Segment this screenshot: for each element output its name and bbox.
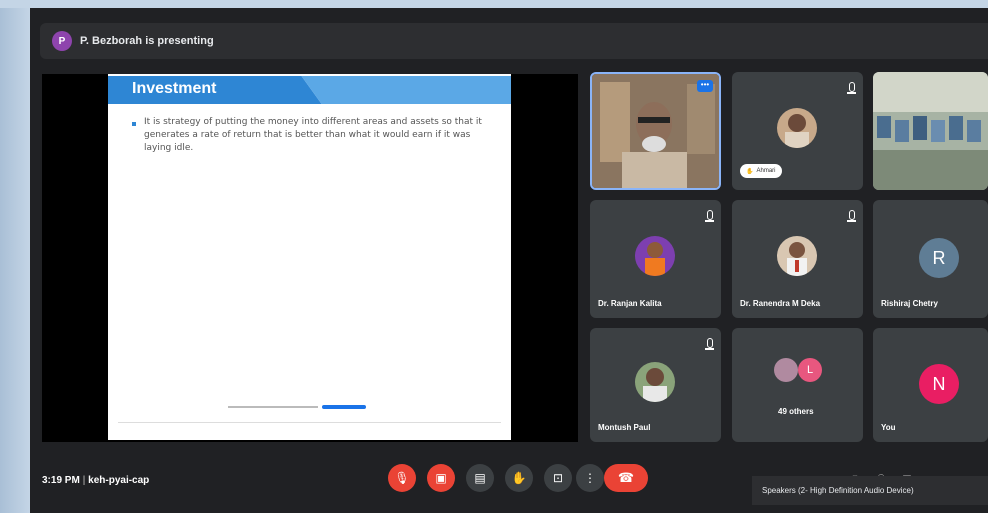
participant-tile[interactable]: Montush Paul [590,328,721,442]
mic-off-icon [705,210,714,222]
camera-toggle-button[interactable]: ▣ [427,464,455,492]
mic-off-icon [705,338,714,350]
leave-call-button[interactable]: ☎ [604,464,648,492]
current-time: 3:19 PM [42,475,80,486]
participant-name: Ahmari [756,168,776,174]
raise-hand-icon: ✋ [511,471,527,485]
participant-name: Montush Paul [598,423,651,432]
participant-tile-self[interactable]: N You [873,328,988,442]
mic-off-icon: 🎙 [394,471,410,485]
desktop-frame-top [0,0,988,8]
captions-icon: ▤ [474,471,486,485]
meeting-details-label: 3:19 PM | keh-pyai-cap [42,475,149,486]
participant-avatar: R [919,238,959,278]
present-icon: ⊡ [552,471,564,485]
self-avatar: N [919,364,959,404]
participant-tile-active-speaker[interactable]: ••• [590,72,721,190]
room-video [873,72,988,190]
presenting-text: P. Bezborah is presenting [80,35,214,47]
participant-tile[interactable]: Dr. Ranendra M Deka [732,200,863,318]
desktop-frame-left [0,0,30,513]
speaker-device-tooltip: Speakers (2- High Definition Audio Devic… [752,476,988,505]
presenter-avatar: P [52,31,72,51]
participant-avatar-photo [777,236,817,276]
more-options-button[interactable]: ⋮ [576,464,604,492]
participant-avatar-photo [635,236,675,276]
raised-hand-icon: ✋ [746,168,754,175]
presentation-slide: Investment It is strategy of putting the… [108,74,511,440]
others-avatar: L [798,358,822,382]
mic-toggle-button[interactable]: 🎙 [388,464,416,492]
participant-name: Dr. Ranjan Kalita [598,299,662,308]
participant-avatar-photo [635,362,675,402]
share-notice-text [228,406,318,408]
end-call-icon: ☎ [617,470,635,485]
participant-name: Dr. Ranendra M Deka [740,299,821,308]
mic-off-icon [847,210,856,222]
captions-button[interactable]: ▤ [466,464,494,492]
tile-menu-icon[interactable]: ••• [697,80,713,92]
mic-off-icon [847,82,856,94]
stop-sharing-button[interactable] [322,405,366,409]
participant-tile-others[interactable]: L 49 others [732,328,863,442]
others-avatar-photo [774,358,798,382]
participant-tile-room[interactable] [873,72,988,190]
participant-name: You [881,423,896,432]
screen-share-area[interactable]: Investment It is strategy of putting the… [42,74,578,442]
camera-off-icon: ▣ [435,471,447,485]
slide-title: Investment [132,80,217,97]
slide-body-text: It is strategy of putting the money into… [144,117,482,153]
participant-name: 49 others [778,407,814,416]
present-button[interactable]: ⊡ [544,464,572,492]
participant-tile[interactable]: Dr. Ranjan Kalita [590,200,721,318]
presenting-bar: P P. Bezborah is presenting [40,23,988,59]
meeting-code: keh-pyai-cap [88,475,150,486]
share-notice [228,400,388,414]
bullet-icon [132,122,136,126]
raise-hand-button[interactable]: ✋ [505,464,533,492]
raised-hand-badge: ✋ Ahmari [740,164,782,178]
slide-divider [118,422,501,423]
more-vert-icon: ⋮ [584,471,596,485]
participant-name: Rishiraj Chetry [881,299,938,308]
participant-avatar-photo [777,108,817,148]
participant-tile[interactable]: R Rishiraj Chetry [873,200,988,318]
participant-tile[interactable]: ✋ Ahmari [732,72,863,190]
meet-window: P P. Bezborah is presenting Investment I… [30,8,988,513]
